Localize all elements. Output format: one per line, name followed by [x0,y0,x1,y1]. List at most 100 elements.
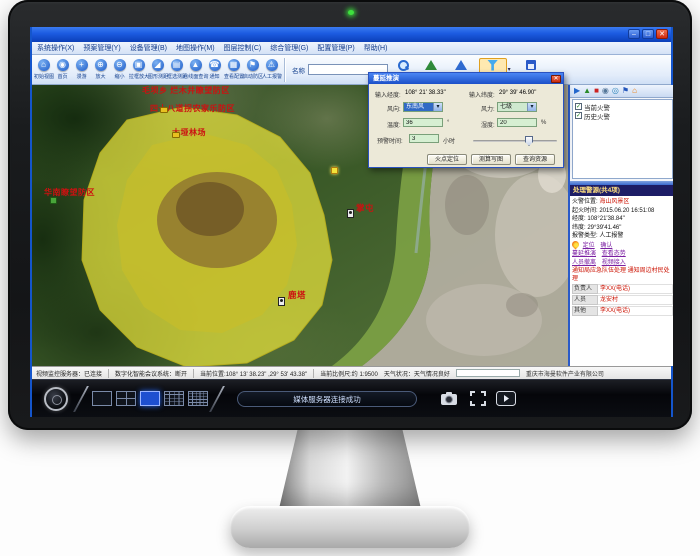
layout-2x2-button[interactable] [116,391,136,406]
zoom-out-button[interactable]: ⊖ 缩小 [110,59,129,80]
dialog-titlebar[interactable]: 蔓延推演 [369,73,563,84]
personnel-value[interactable]: 龙安村 [598,295,673,305]
longitude-label: 输入经度: [375,90,401,99]
monitor-stand-neck [278,427,422,513]
video-server-status: 视频监控服务器：已连接 [36,369,102,378]
fullscreen-icon[interactable] [470,391,486,406]
query-resources-button[interactable]: 查询资源 [515,154,555,165]
humidity-unit: % [541,120,546,126]
menu-layers[interactable]: 图层控制(C) [224,43,262,53]
fire-home-icon[interactable]: ⌂ [632,86,637,96]
layout-3x3-button[interactable] [140,391,160,406]
menu-bar: 系统操作(X) 预案管理(Y) 设备管理(B) 地图操作(M) 图层控制(C) … [32,42,671,55]
power-led [348,10,354,15]
dialog-body: 输入经度: 108° 21' 38.33" 输入纬度: 29° 39' 46.9… [369,84,563,167]
chevron-down-icon[interactable]: ▾ [433,103,442,111]
camera-marker-icon[interactable] [160,107,168,113]
duration-unit: 小时 [443,136,455,145]
menu-help[interactable]: 帮助(H) [364,43,388,53]
temperature-input[interactable] [403,118,443,127]
layout-5x5-button[interactable] [188,391,208,406]
home-view-button[interactable]: ⌂ 初始视图 [34,59,53,80]
zoom-out-icon: ⊖ [114,59,126,71]
video-access-link[interactable]: 视频接入 [602,260,626,266]
close-button[interactable]: ✕ [656,29,668,39]
fire-point-marker-icon[interactable] [331,167,338,174]
confirm-link[interactable]: 确认 [600,243,612,249]
target-icon[interactable]: ◉ [602,86,609,96]
spread-simulation-link[interactable]: 蔓延推演 [572,251,596,257]
feature-query-button[interactable]: ▲ 点线面查询 [186,59,205,80]
camera-lens-icon[interactable] [44,387,68,411]
evacuate-link[interactable]: 人员撤离 [572,260,596,266]
play-video-icon[interactable] [496,391,516,406]
wind-direction-select[interactable]: 东南风 ▾ [403,102,443,112]
layout-4x4-button[interactable] [164,391,184,406]
flag-icon[interactable]: ⚑ [622,86,629,96]
toolbar-separator [284,58,285,82]
village-marker-icon[interactable] [278,297,285,306]
responsible-person-value[interactable]: 李XX(电话) [598,284,673,294]
funnel-icon [487,60,498,71]
humidity-input[interactable] [497,118,537,127]
manual-alarm-button[interactable]: ⚠ 人工报警 [262,59,281,80]
defense-zone-button[interactable]: ⚑ 启动防区 [243,59,262,80]
other-contact-row: 其他 李XX(电话) [572,306,673,316]
select-arrow-icon[interactable]: ▶ [574,86,580,96]
fire-time-row: 起火时间: 2015.06.20 16:51:08 [572,207,673,216]
duration-slider-thumb[interactable] [525,136,533,146]
manual-alarm-icon: ⚠ [266,59,278,71]
menu-device[interactable]: 设备管理(B) [130,43,167,53]
duration-slider-track[interactable] [473,140,557,142]
view-situation-link[interactable]: 查看态势 [602,251,626,257]
layer-item-history-fire[interactable]: ✓ 历史火警 [575,111,670,120]
tree-icon[interactable]: ▲ [583,86,591,96]
checkbox-checked-icon[interactable]: ✓ [575,112,582,119]
minimize-button[interactable]: – [628,29,640,39]
watchtower-marker-icon[interactable] [50,197,57,204]
fire-locate-button[interactable]: 火点定位 [427,154,467,165]
alarm-stop-icon[interactable]: ■ [594,86,599,96]
action-links-row1: 定位 确认 [572,241,673,251]
menu-plan[interactable]: 预案管理(Y) [83,43,120,53]
zoom-in-icon: ⊕ [95,59,107,71]
locate-link[interactable]: 定位 [583,243,595,249]
action-links-row3: 人员撤离 视频接入 [572,259,673,268]
locate-icon[interactable]: ◎ [612,86,619,96]
longitude-value: 108° 21' 38.33" [405,90,446,96]
video-control-bar: 媒体服务器连接成功 [32,379,671,417]
menu-manage[interactable]: 综合管理(G) [270,43,308,53]
status-progress-box [456,369,520,377]
measure-line-button[interactable]: ◢ 图形测距 [148,59,167,80]
menu-system[interactable]: 系统操作(X) [37,43,74,53]
map-label-village1: 掌屯 [356,202,374,214]
home-icon: ⌂ [38,59,50,71]
snapshot-camera-icon[interactable] [440,391,458,406]
box-zoom-button[interactable]: ▣ 拉框放大 [129,59,148,80]
village-marker-icon[interactable] [347,209,354,218]
dialog-close-button[interactable]: ✕ [551,75,561,83]
front-page-button[interactable]: ◉ 首页 [53,59,72,80]
divider-slash [209,386,225,412]
zoom-in-button[interactable]: ⊕ 放大 [91,59,110,80]
camera-marker-icon[interactable] [172,132,180,138]
right-panel: ▶ ▲ ■ ◉ ◎ ⚑ ⌂ ✓ 当前火警 ✓ 历史火警 [568,85,673,366]
draw-result-button[interactable]: 测算写图 [471,154,511,165]
latitude-value: 29° 39' 46.90" [499,90,536,96]
wind-force-select[interactable]: 七级 ▾ [497,102,537,112]
status-separator [108,369,109,378]
other-contact-value[interactable]: 李XX(电话) [598,306,673,316]
maximize-button[interactable]: □ [642,29,654,39]
menu-map[interactable]: 地图操作(M) [176,43,215,53]
window-titlebar[interactable]: – □ ✕ [32,27,671,42]
fire-longitude-row: 经度: 108°21'38.84" [572,215,673,224]
pan-button[interactable]: + 漫游 [72,59,91,80]
chevron-down-icon[interactable]: ▾ [527,103,536,111]
spread-simulation-dialog: 蔓延推演 ✕ 输入经度: 108° 21' 38.33" 输入纬度: 29° 3… [368,72,564,168]
menu-config[interactable]: 配置管理(P) [317,43,354,53]
checkbox-checked-icon[interactable]: ✓ [575,103,582,110]
view-config-button[interactable]: ▦ 查看配置 [224,59,243,80]
duration-input[interactable] [409,134,439,143]
personnel-row: 人员 龙安村 [572,295,673,305]
layout-1x1-button[interactable] [92,391,112,406]
